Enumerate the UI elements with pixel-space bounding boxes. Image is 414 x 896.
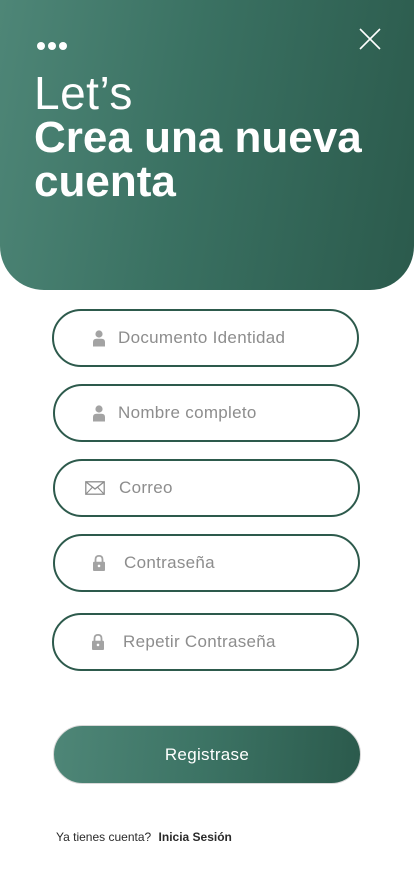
user-icon (92, 405, 106, 422)
full-name-input[interactable] (118, 386, 338, 440)
login-prompt-text: Ya tienes cuenta? (56, 830, 152, 844)
email-input[interactable] (119, 461, 338, 515)
login-prompt: Ya tienes cuenta? Inicia Sesión (56, 830, 232, 844)
register-button[interactable]: Registrase (53, 725, 361, 784)
document-id-field[interactable] (52, 309, 359, 367)
header-greeting: Let’s (34, 67, 133, 119)
header-banner: Let’s Crea una nueva cuenta (0, 0, 414, 290)
close-icon[interactable] (356, 25, 384, 53)
mail-icon (85, 481, 105, 495)
user-icon (92, 330, 106, 347)
login-link[interactable]: Inicia Sesión (159, 830, 232, 844)
password-input[interactable] (124, 536, 338, 590)
repeat-password-input[interactable] (123, 615, 337, 669)
page-title: Crea una nueva cuenta (34, 113, 362, 206)
password-field[interactable] (53, 534, 360, 592)
lock-icon (91, 633, 105, 651)
email-field[interactable] (53, 459, 360, 517)
lock-icon (92, 554, 106, 572)
more-dots-icon[interactable] (37, 42, 67, 50)
document-id-input[interactable] (118, 311, 337, 365)
full-name-field[interactable] (53, 384, 360, 442)
repeat-password-field[interactable] (52, 613, 359, 671)
